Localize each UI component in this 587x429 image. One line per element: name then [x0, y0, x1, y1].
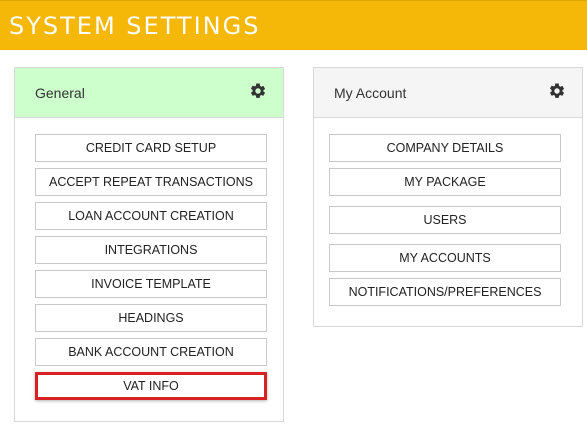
gear-icon[interactable] — [548, 82, 566, 100]
my-account-panel-title: My Account — [334, 85, 407, 101]
general-panel-title: General — [35, 85, 85, 101]
gear-icon[interactable] — [249, 82, 267, 100]
credit-card-setup-button[interactable]: CREDIT CARD SETUP — [35, 134, 267, 162]
my-account-panel: My Account COMPANY DETAILS MY PACKAGE US… — [313, 67, 583, 327]
loan-account-creation-button[interactable]: LOAN ACCOUNT CREATION — [35, 202, 267, 230]
company-details-button[interactable]: COMPANY DETAILS — [329, 134, 561, 162]
general-panel: General CREDIT CARD SETUP ACCEPT REPEAT … — [14, 67, 284, 422]
bank-account-creation-button[interactable]: BANK ACCOUNT CREATION — [35, 338, 267, 366]
my-account-panel-header: My Account — [314, 68, 582, 118]
general-panel-header: General — [15, 68, 283, 118]
headings-button[interactable]: HEADINGS — [35, 304, 267, 332]
my-package-button[interactable]: MY PACKAGE — [329, 168, 561, 196]
invoice-template-button[interactable]: INVOICE TEMPLATE — [35, 270, 267, 298]
page-header: SYSTEM SETTINGS — [0, 0, 587, 50]
users-button[interactable]: USERS — [329, 206, 561, 234]
accept-repeat-transactions-button[interactable]: ACCEPT REPEAT TRANSACTIONS — [35, 168, 267, 196]
vat-info-button[interactable]: VAT INFO — [35, 372, 267, 400]
my-accounts-button[interactable]: MY ACCOUNTS — [329, 244, 561, 272]
integrations-button[interactable]: INTEGRATIONS — [35, 236, 267, 264]
page-title: SYSTEM SETTINGS — [9, 12, 261, 40]
notifications-preferences-button[interactable]: NOTIFICATIONS/PREFERENCES — [329, 278, 561, 306]
